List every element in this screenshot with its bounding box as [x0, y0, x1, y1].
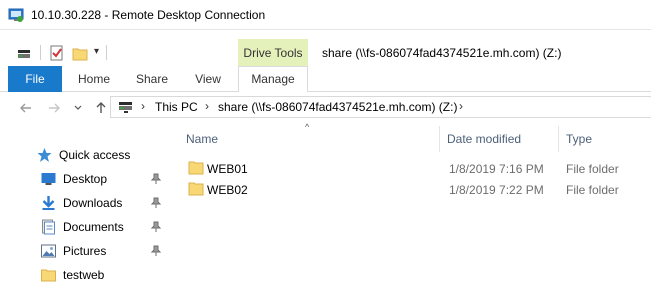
column-divider[interactable]	[558, 126, 559, 152]
folder-icon	[188, 161, 204, 175]
nav-item-pictures[interactable]: Pictures	[40, 241, 106, 261]
desktop-icon	[41, 173, 56, 185]
drive-tools-label: Drive Tools	[243, 46, 303, 60]
nav-item-label: Downloads	[63, 196, 123, 210]
pin-icon[interactable]	[150, 173, 162, 185]
network-drive-icon	[119, 102, 132, 113]
pin-icon[interactable]	[150, 197, 162, 209]
new-folder-icon[interactable]	[72, 46, 88, 62]
star-icon	[37, 148, 52, 162]
folder-icon	[41, 269, 56, 282]
tab-file[interactable]: File	[8, 66, 62, 92]
tab-share[interactable]: Share	[128, 66, 176, 92]
documents-icon	[42, 219, 55, 235]
nav-item-desktop[interactable]: Desktop	[40, 169, 107, 189]
address-bar[interactable]: › This PC › share (\\fs-086074fad4374521…	[110, 96, 651, 118]
customize-toolbar-icon[interactable]: ▾	[94, 46, 99, 62]
list-item[interactable]: WEB01 1/8/2019 7:16 PM File folder	[183, 159, 651, 180]
folder-icon	[188, 182, 204, 196]
tab-home[interactable]: Home	[70, 66, 118, 92]
up-arrow-icon[interactable]	[94, 101, 108, 115]
explorer-window-title: share (\\fs-086074fad4374521e.mh.com) (Z…	[322, 46, 562, 60]
breadcrumb-chevron-icon[interactable]: ›	[205, 99, 209, 113]
forward-arrow-icon[interactable]	[47, 101, 61, 115]
nav-item-documents[interactable]: Documents	[40, 217, 124, 237]
column-header-name[interactable]: Name	[186, 132, 218, 146]
pictures-icon	[41, 244, 56, 258]
pin-icon[interactable]	[150, 221, 162, 233]
toolbar-separator	[106, 45, 107, 60]
breadcrumb-chevron-icon[interactable]: ›	[459, 99, 463, 113]
column-header-date[interactable]: Date modified	[447, 132, 521, 146]
breadcrumb-this-pc[interactable]: This PC	[155, 100, 198, 114]
toolbar-separator	[40, 45, 41, 60]
file-date-modified: 1/8/2019 7:16 PM	[449, 162, 544, 176]
nav-item-label: Pictures	[63, 244, 107, 258]
file-type: File folder	[566, 183, 619, 197]
rdp-title-bar: 10.10.30.228 - Remote Desktop Connection	[0, 0, 651, 30]
list-item[interactable]: WEB02 1/8/2019 7:22 PM File folder	[183, 180, 651, 201]
pin-icon[interactable]	[150, 245, 162, 257]
breadcrumb-share[interactable]: share (\\fs-086074fad4374521e.mh.com) (Z…	[218, 100, 457, 114]
properties-icon[interactable]	[50, 45, 64, 61]
rdp-window-title: 10.10.30.228 - Remote Desktop Connection	[31, 7, 266, 22]
nav-item-label: Documents	[63, 220, 124, 234]
download-icon	[42, 196, 55, 210]
file-type: File folder	[566, 162, 619, 176]
nav-item-testweb[interactable]: testweb	[40, 265, 104, 285]
tab-manage[interactable]: Manage	[238, 66, 308, 92]
column-divider[interactable]	[439, 126, 440, 152]
sort-ascending-icon: ^	[305, 122, 310, 132]
nav-item-label: Quick access	[59, 148, 131, 162]
nav-item-label: testweb	[63, 268, 105, 282]
drive-icon[interactable]	[17, 46, 31, 62]
breadcrumb-chevron-icon[interactable]: ›	[141, 99, 145, 113]
column-header-type[interactable]: Type	[566, 132, 592, 146]
file-name: WEB01	[207, 162, 248, 176]
file-name: WEB02	[207, 183, 248, 197]
nav-item-label: Desktop	[63, 172, 108, 186]
recent-locations-icon[interactable]	[73, 104, 83, 112]
remote-desktop-icon	[8, 8, 24, 22]
nav-item-downloads[interactable]: Downloads	[40, 193, 122, 213]
file-date-modified: 1/8/2019 7:22 PM	[449, 183, 544, 197]
nav-item-quick-access[interactable]: Quick access	[36, 145, 130, 165]
tab-view[interactable]: View	[184, 66, 232, 92]
back-arrow-icon[interactable]	[19, 101, 33, 115]
